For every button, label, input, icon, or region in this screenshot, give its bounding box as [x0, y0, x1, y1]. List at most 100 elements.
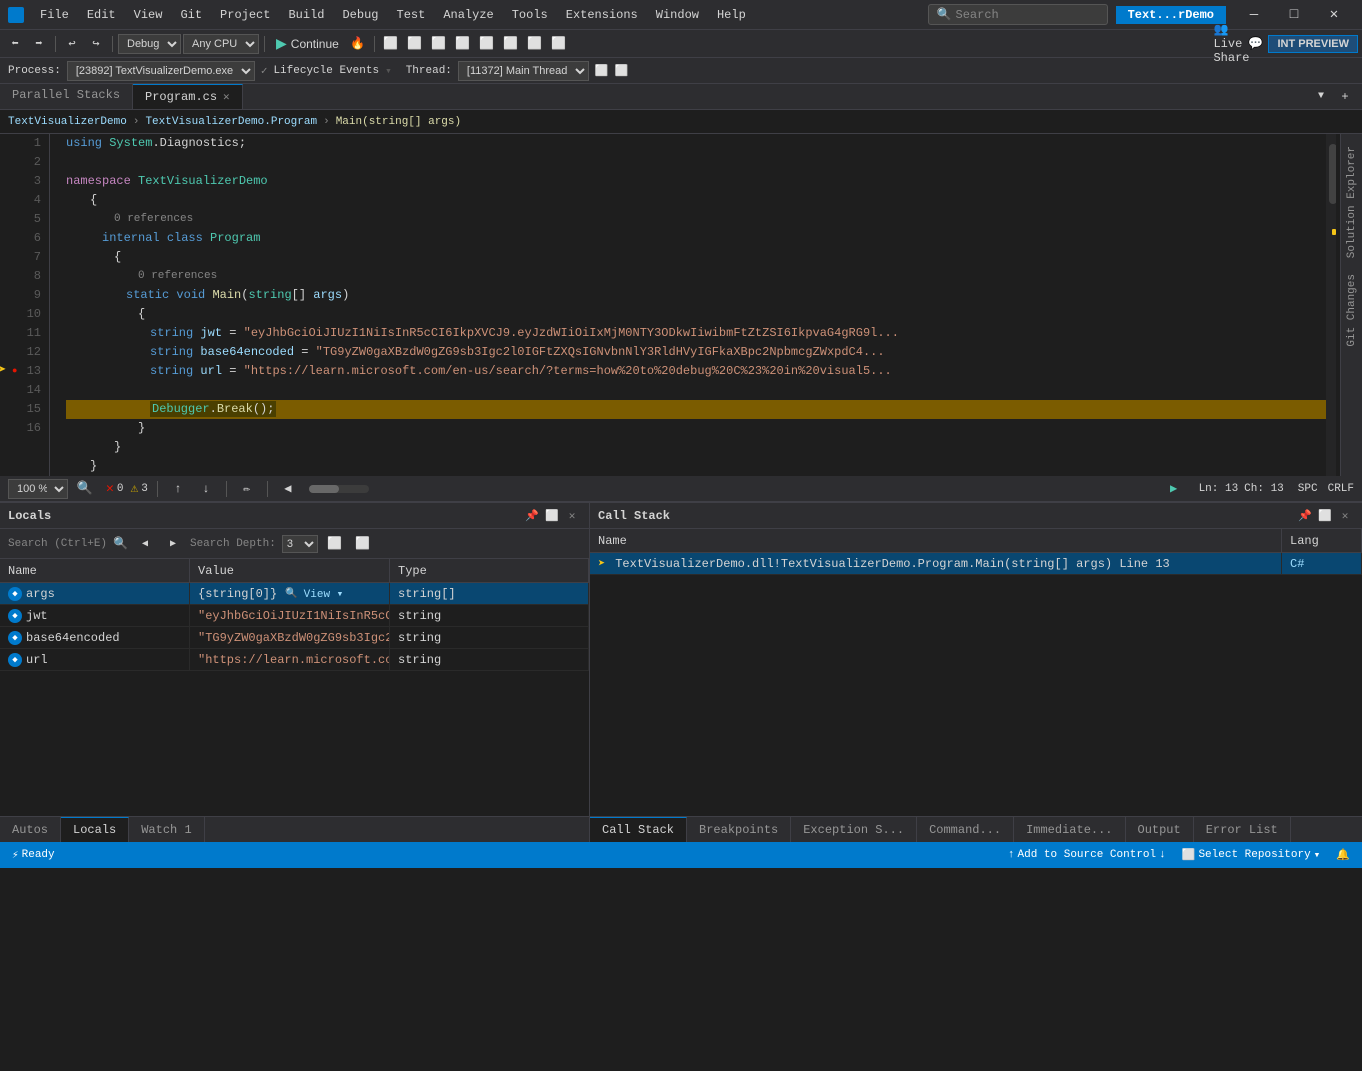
git-changes-tab[interactable]: Git Changes [1344, 266, 1360, 355]
tab-command-window[interactable]: Command... [917, 817, 1014, 842]
toolbar-btn-4[interactable]: ⬜ [452, 33, 474, 55]
locals-filter-button[interactable]: ⬜ [352, 533, 374, 555]
tab-parallel-stacks[interactable]: Parallel Stacks [0, 84, 133, 109]
status-select-repository[interactable]: ⬜ Select Repository ▾ [1178, 842, 1325, 868]
locals-move-button[interactable]: ⬜ [543, 507, 561, 525]
locals-depth-select[interactable]: 3 [282, 535, 318, 553]
live-share-button[interactable]: 👥 Live Share [1220, 33, 1242, 55]
vs-logo-icon [8, 7, 24, 23]
feedback-button[interactable]: 💬 [1244, 33, 1266, 55]
close-button[interactable]: ✕ [1314, 0, 1354, 30]
call-stack-row-0[interactable]: ➤ TextVisualizerDemo.dll!TextVisualizerD… [590, 553, 1362, 575]
thread-select[interactable]: [11372] Main Thread [458, 61, 589, 81]
call-stack-title: Call Stack [598, 509, 670, 523]
redo-button[interactable]: ↪ [85, 33, 107, 55]
menu-tools[interactable]: Tools [504, 6, 556, 24]
breadcrumb-bar: TextVisualizerDemo › TextVisualizerDemo.… [0, 110, 1362, 134]
menu-test[interactable]: Test [389, 6, 434, 24]
window-controls: — □ ✕ [1234, 0, 1354, 30]
toolbar-btn-7[interactable]: ⬜ [524, 33, 546, 55]
int-preview-button[interactable]: INT PREVIEW [1268, 35, 1358, 53]
locals-prev-result[interactable]: ◀ [134, 533, 156, 555]
local-row-jwt[interactable]: ◆ jwt "eyJhbGciOiJIUzI1NiIsInR5cCl... 🔍 … [0, 605, 589, 627]
locals-next-result[interactable]: ▶ [162, 533, 184, 555]
main-toolbar: ⬅ ➡ ↩ ↪ Debug Any CPU ▶ Continue 🔥 ⬜ ⬜ ⬜… [0, 30, 1362, 58]
code-editor[interactable]: 1 2 3 4 5 6 7 8 9 10 11 12 ➤ ● 13 14 15 [0, 134, 1326, 476]
tab-watch1[interactable]: Watch 1 [129, 817, 204, 842]
menu-edit[interactable]: Edit [79, 6, 124, 24]
toolbar-btn-2[interactable]: ⬜ [404, 33, 426, 55]
status-ready[interactable]: ⚡ Ready [8, 842, 59, 868]
menu-window[interactable]: Window [648, 6, 707, 24]
maximize-button[interactable]: □ [1274, 0, 1314, 30]
platform-select[interactable]: Any CPU [183, 34, 259, 54]
menu-view[interactable]: View [126, 6, 171, 24]
breadcrumb-class[interactable]: TextVisualizerDemo.Program [145, 116, 317, 128]
toolbar-btn-1[interactable]: ⬜ [380, 33, 402, 55]
call-stack-table-header: Name Lang [590, 529, 1362, 553]
local-row-base64[interactable]: ◆ base64encoded "TG9yZW0gaXBzdW0gZG9sb3I… [0, 627, 589, 649]
forward-button[interactable]: ➡ [28, 33, 50, 55]
tab-close-button[interactable]: ✕ [223, 90, 230, 104]
play-button[interactable]: ▶ [1163, 478, 1185, 500]
tab-output[interactable]: Output [1126, 817, 1194, 842]
thread-control-1[interactable]: ⬜ [595, 64, 609, 78]
menu-git[interactable]: Git [172, 6, 210, 24]
scroll-left-button[interactable]: ◀ [277, 478, 299, 500]
tab-autos[interactable]: Autos [0, 817, 61, 842]
tab-program-cs[interactable]: Program.cs ✕ [133, 84, 243, 109]
new-vertical-tab-group[interactable]: + [1334, 86, 1356, 108]
gutter-line-5: 5 [0, 210, 41, 229]
continue-button[interactable]: ▶ Continue [270, 33, 345, 54]
menu-extensions[interactable]: Extensions [558, 6, 646, 24]
editor-vertical-scrollbar[interactable] [1326, 134, 1340, 476]
toolbar-btn-8[interactable]: ⬜ [548, 33, 570, 55]
undo-button[interactable]: ↩ [61, 33, 83, 55]
tab-immediate-window[interactable]: Immediate... [1014, 817, 1125, 842]
nav-up-button[interactable]: ↑ [167, 478, 189, 500]
locals-pin-button[interactable]: 📌 [523, 507, 541, 525]
menu-project[interactable]: Project [212, 6, 278, 24]
tab-error-list[interactable]: Error List [1194, 817, 1291, 842]
thread-control-2[interactable]: ⬜ [615, 64, 629, 78]
menu-debug[interactable]: Debug [334, 6, 386, 24]
tab-locals[interactable]: Locals [61, 817, 129, 842]
tab-breakpoints[interactable]: Breakpoints [687, 817, 791, 842]
tab-exception-settings[interactable]: Exception S... [791, 817, 917, 842]
local-row-args[interactable]: ◆ args {string[0]} 🔍 View ▾ string[] [0, 583, 589, 605]
hot-reload-button[interactable]: 🔥 [347, 33, 369, 55]
code-text-area[interactable]: using System.Diagnostics; namespace Text… [50, 134, 1326, 476]
format-button[interactable]: ✏ [236, 478, 258, 500]
view-btn-args[interactable]: View ▾ [304, 587, 344, 601]
local-name-args: ◆ args [0, 583, 190, 604]
back-button[interactable]: ⬅ [4, 33, 26, 55]
local-row-url[interactable]: ◆ url "https://learn.microsoft.com/... 🔍… [0, 649, 589, 671]
call-stack-close-button[interactable]: ✕ [1336, 507, 1354, 525]
tab-down-arrow[interactable]: ▼ [1310, 86, 1332, 108]
status-add-source-control[interactable]: ↑ Add to Source Control ↓ [1004, 842, 1170, 868]
breadcrumb-namespace[interactable]: TextVisualizerDemo [8, 116, 127, 128]
call-stack-move-button[interactable]: ⬜ [1316, 507, 1334, 525]
zoom-icon[interactable]: 🔍 [74, 478, 96, 500]
title-search-box[interactable]: 🔍 Search [928, 4, 1108, 25]
locals-close-button[interactable]: ✕ [563, 507, 581, 525]
call-col-name: Name [590, 529, 1282, 552]
process-select[interactable]: [23892] TextVisualizerDemo.exe [67, 61, 255, 81]
menu-help[interactable]: Help [709, 6, 754, 24]
solution-explorer-tab[interactable]: Solution Explorer [1344, 138, 1360, 266]
zoom-select[interactable]: 100 % [8, 479, 68, 499]
menu-build[interactable]: Build [280, 6, 332, 24]
breadcrumb-method[interactable]: Main(string[] args) [336, 116, 461, 128]
toolbar-btn-5[interactable]: ⬜ [476, 33, 498, 55]
toolbar-btn-6[interactable]: ⬜ [500, 33, 522, 55]
call-stack-pin-button[interactable]: 📌 [1296, 507, 1314, 525]
status-notifications[interactable]: 🔔 [1332, 842, 1354, 868]
locals-refresh-button[interactable]: ⬜ [324, 533, 346, 555]
line-numbers-gutter: 1 2 3 4 5 6 7 8 9 10 11 12 ➤ ● 13 14 15 [0, 134, 50, 476]
menu-file[interactable]: File [32, 6, 77, 24]
toolbar-btn-3[interactable]: ⬜ [428, 33, 450, 55]
debug-config-select[interactable]: Debug [118, 34, 181, 54]
nav-down-button[interactable]: ↓ [195, 478, 217, 500]
menu-analyze[interactable]: Analyze [435, 6, 501, 24]
tab-call-stack[interactable]: Call Stack [590, 817, 687, 842]
